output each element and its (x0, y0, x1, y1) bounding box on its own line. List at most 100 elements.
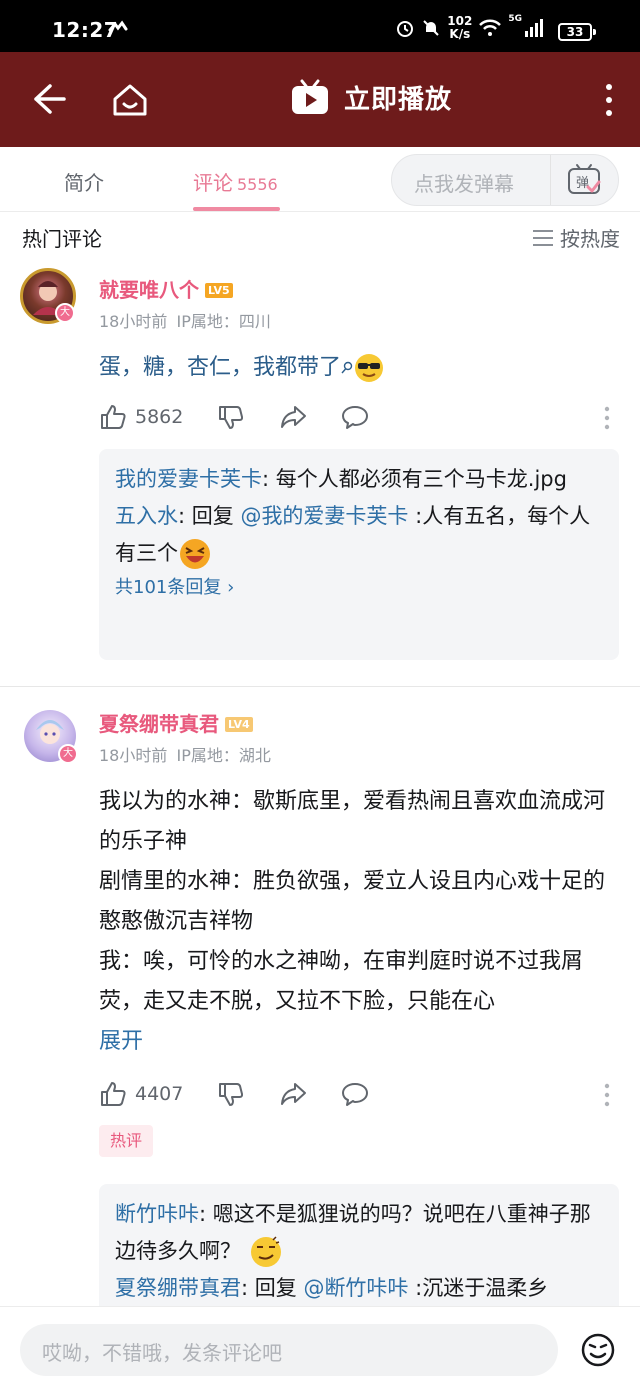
comment-text: 我以为的水神：歇斯底里，爱看热闹且喜欢血流成河的乐子神 剧情里的水神：胜负欲强，… (99, 782, 623, 1062)
level-badge: LV4 (225, 717, 253, 732)
comment-meta: 18小时前 IP属地：湖北 (99, 742, 271, 766)
tab-intro[interactable]: 简介 (64, 167, 104, 196)
reply-item: 我的爱妻卡芙卡: 每个人都必须有三个马卡龙.jpg (115, 461, 603, 498)
network-speed: 102 K/s (447, 15, 472, 41)
play-now-label: 立即播放 (344, 84, 453, 115)
verified-badge-icon: 大 (55, 303, 75, 323)
comment-actions: 4407 (99, 1080, 369, 1108)
reply-bubble-icon[interactable] (341, 1080, 369, 1108)
comment-text: 蛋，糖，杏仁，我都带了 (99, 348, 623, 388)
comment-actions: 5862 (99, 403, 369, 431)
status-icons: 102 K/s 5G (395, 14, 544, 42)
danmaku-toggle-icon[interactable]: 弹 (566, 163, 602, 197)
share-icon[interactable] (279, 403, 307, 431)
comment-ip: IP属地：四川 (176, 312, 271, 331)
signal-icon (525, 19, 543, 37)
reply-item: 断竹咔咔: 嗯这不是狐狸说的吗？说吧在八重神子那边待多久啊？ (115, 1196, 603, 1270)
dislike-icon[interactable] (217, 403, 245, 431)
status-bar: 12:27 102 K/s 5G 33 (0, 0, 640, 52)
comment-ip: IP属地：湖北 (176, 746, 271, 765)
comment-line: 剧情里的水神：胜负欲强，爱立人设且内心戏十足的憨憨傲沉吉祥物 (99, 869, 606, 934)
comment-more-icon[interactable] (604, 406, 610, 430)
mute-icon (423, 20, 439, 36)
tabs-bar: 简介 评论 5556 点我发弹幕 弹 (0, 147, 640, 212)
battery-indicator: 33 (558, 23, 596, 41)
reply-text: 每个人都必须有三个马卡龙.jpg (275, 467, 567, 491)
sort-by-hot-button[interactable]: 按热度 (532, 223, 620, 252)
comment-username[interactable]: 就要唯八个 LV5 (99, 274, 233, 303)
username-text: 夏祭绷带真君 (99, 712, 219, 736)
tv-play-icon (292, 79, 328, 114)
comment-text-body: 蛋，糖，杏仁，我都带了 (99, 355, 342, 380)
network-type: 5G (508, 14, 522, 24)
more-menu-icon[interactable] (602, 82, 616, 118)
video-header: 立即播放 (0, 52, 640, 147)
search-icon (341, 361, 353, 374)
tab-comments-label: 评论 (193, 171, 233, 195)
dislike-icon[interactable] (217, 1080, 245, 1108)
reply-username[interactable]: 夏祭绷带真君 (115, 1276, 241, 1300)
comment-username[interactable]: 夏祭绷带真君 LV4 (99, 708, 253, 737)
reply-separator: : 回复 (178, 504, 241, 528)
view-all-replies-link[interactable]: 共101条回复 › (115, 572, 603, 604)
sort-label: 按热度 (560, 227, 620, 251)
username-text: 就要唯八个 (99, 278, 199, 302)
laughing-emoji-icon (180, 539, 210, 569)
comment-line: 我：唉，可怜的水之神呦，在审判庭时说不过我屑荧，走又走不脱，又拉不下脸，只能在心 (99, 949, 584, 1014)
expand-link[interactable]: 展开 (99, 1022, 623, 1062)
active-tab-indicator (193, 207, 280, 211)
notification-icon (108, 20, 128, 32)
like-icon[interactable] (99, 403, 127, 431)
like-count: 5862 (135, 406, 184, 428)
comment-count: 5556 (237, 175, 278, 194)
like-icon[interactable] (99, 1080, 127, 1108)
comment-time: 18小时前 (99, 312, 168, 331)
alarm-icon (397, 21, 414, 37)
danmaku-placeholder: 点我发弹幕 (414, 172, 514, 196)
reply-separator: : (262, 467, 276, 491)
emoji-picker-icon[interactable] (580, 1332, 616, 1368)
comment-divider (0, 686, 640, 687)
avatar[interactable]: 大 (24, 710, 78, 764)
share-icon[interactable] (279, 1080, 307, 1108)
reply-mention[interactable]: @断竹咔咔 (303, 1276, 408, 1300)
play-now-button[interactable]: 立即播放 (290, 78, 452, 116)
reply-preview[interactable]: 我的爱妻卡芙卡: 每个人都必须有三个马卡龙.jpg 五入水: 回复 @我的爱妻卡… (99, 449, 619, 660)
comment-item: 大 就要唯八个 LV5 18小时前 IP属地：四川 蛋，糖，杏仁，我都带了 586… (0, 260, 640, 680)
cool-sunglasses-emoji-icon (355, 354, 384, 382)
reply-text: :沉迷于温柔乡 (408, 1276, 549, 1300)
reply-separator: : 回复 (241, 1276, 304, 1300)
sort-lines-icon (533, 229, 553, 246)
smirk-emoji-icon (251, 1236, 281, 1267)
comment-meta: 18小时前 IP属地：四川 (99, 308, 271, 332)
level-badge: LV5 (205, 283, 233, 298)
reply-separator: : (199, 1202, 213, 1226)
home-icon[interactable] (110, 80, 150, 120)
comment-more-icon[interactable] (604, 1083, 610, 1107)
tab-comments[interactable]: 评论 5556 (193, 167, 278, 196)
reply-username[interactable]: 五入水 (115, 504, 178, 528)
comment-item: 大 夏祭绷带真君 LV4 18小时前 IP属地：湖北 我以为的水神：歇斯底里，爱看… (0, 694, 640, 1324)
comment-input-placeholder: 哎呦，不错哦，发条评论吧 (42, 1341, 282, 1365)
reply-username[interactable]: 断竹咔咔 (115, 1202, 199, 1226)
hot-comments-title: 热门评论 (22, 227, 102, 251)
comment-composer-bar: 哎呦，不错哦，发条评论吧 (0, 1306, 640, 1392)
back-arrow-icon[interactable] (30, 80, 68, 118)
hot-comment-tag: 热评 (99, 1125, 153, 1157)
danmaku-button-text: 弹 (576, 176, 589, 191)
like-count: 4407 (135, 1083, 184, 1105)
danmaku-input[interactable]: 点我发弹幕 弹 (391, 154, 619, 206)
comment-line: 我以为的水神：歇斯底里，爱看热闹且喜欢血流成河的乐子神 (99, 789, 606, 854)
reply-item: 夏祭绷带真君: 回复 @断竹咔咔 :沉迷于温柔乡 (115, 1270, 603, 1307)
danmaku-divider (550, 155, 551, 205)
reply-mention[interactable]: @我的爱妻卡芙卡 (240, 504, 408, 528)
reply-username[interactable]: 我的爱妻卡芙卡 (115, 467, 262, 491)
avatar[interactable]: 大 (20, 268, 76, 324)
verified-badge-icon: 大 (58, 744, 78, 764)
speed-unit: K/s (449, 27, 471, 41)
comment-time: 18小时前 (99, 746, 168, 765)
wifi-icon (479, 19, 502, 36)
comment-input[interactable]: 哎呦，不错哦，发条评论吧 (20, 1324, 558, 1376)
reply-preview[interactable]: 断竹咔咔: 嗯这不是狐狸说的吗？说吧在八重神子那边待多久啊？ 夏祭绷带真君: 回… (99, 1184, 619, 1324)
reply-bubble-icon[interactable] (341, 403, 369, 431)
